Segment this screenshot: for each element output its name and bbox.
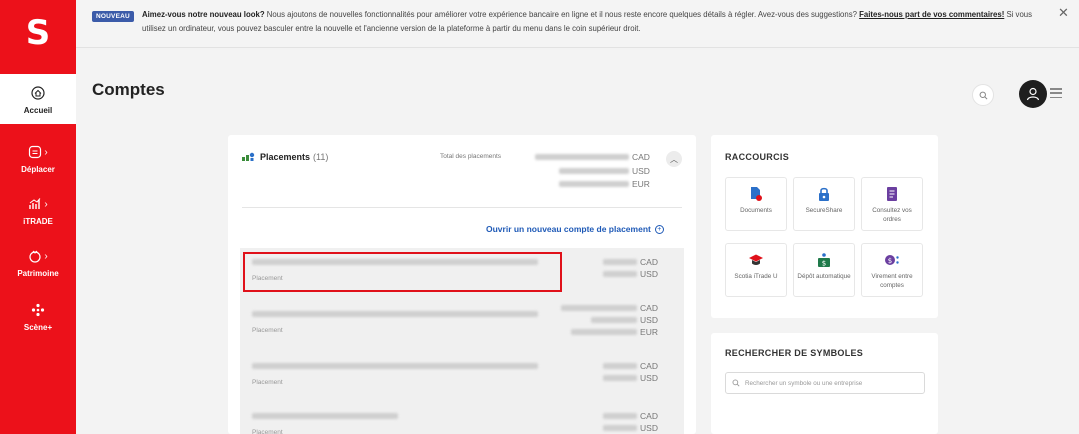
svg-text:$: $ [822,260,826,268]
account-amount: CAD [561,302,658,313]
total-amount-usd: USD [559,165,650,176]
total-amount-cad: CAD [535,151,650,162]
chevron-right-icon: › [44,146,48,158]
shortcut-label: Documents [740,207,772,214]
chevron-up-icon: ︿ [670,154,678,164]
sidebar-item-label: Déplacer [21,165,55,174]
sidebar-item-label: Scène+ [23,323,53,332]
divider [242,207,682,208]
chevron-right-icon: › [44,198,48,210]
highlight-box [243,252,562,292]
sidebar-item-label: Accueil [23,106,53,115]
new-badge: NOUVEAU [92,11,134,22]
account-amount: USD [591,314,658,325]
shortcuts-title: RACCOURCIS [725,152,790,162]
placements-count: (11) [313,152,329,162]
shortcuts-card: RACCOURCIS Documents SecureShare Consult… [711,135,938,318]
account-amount: EUR [571,326,658,337]
shortcut-label: Consultez vos ordres [872,207,912,223]
account-name [252,363,538,369]
total-placements-label: Total des placements [440,153,502,160]
logo-letter: S [25,13,51,53]
placements-header[interactable]: Placements (11) [242,152,328,162]
shortcut-secureshare[interactable]: SecureShare [793,177,855,231]
search-icon [732,379,740,387]
banner-message: Aimez-vous notre nouveau look? Nous ajou… [142,8,1046,36]
hamburger-menu-icon[interactable] [1050,88,1062,98]
banner-headline: Aimez-vous notre nouveau look? [142,10,265,19]
account-type: Placement [252,429,283,434]
search-placeholder: Rechercher un symbole ou une entreprise [745,379,863,387]
shortcut-label: Dépôt automatique [797,273,851,280]
search-icon [979,91,987,99]
sidebar-item-label: iTRADE [23,217,53,226]
plus-circle-icon: + [654,224,664,234]
close-icon[interactable]: ✕ [1058,6,1069,19]
search-button[interactable] [972,84,994,106]
symbol-search-title: RECHERCHER DE SYMBOLES [725,348,864,358]
symbol-search-input[interactable]: Rechercher un symbole ou une entreprise [725,372,925,394]
wealth-icon [29,250,41,263]
home-icon [31,83,45,103]
sidebar-item-deplacer[interactable]: › Déplacer [0,142,76,174]
sidebar-item-patrimoine[interactable]: › Patrimoine [0,246,76,279]
feedback-banner: NOUVEAU Aimez-vous notre nouveau look? N… [76,0,1079,48]
scotiabank-logo[interactable]: S [0,0,76,66]
shortcut-itrade-u[interactable]: Scotia iTrade U [725,243,787,297]
account-row[interactable]: Placement CAD USD [240,402,684,434]
total-amount-eur: EUR [559,178,650,189]
avatar[interactable] [1019,80,1047,108]
account-amount: USD [603,268,658,279]
account-amount: USD [603,422,658,433]
shortcut-label: Virement entre comptes [871,273,913,289]
page-title: Comptes [92,80,165,99]
shortcut-auto-deposit[interactable]: $ Dépôt automatique [793,243,855,297]
sidebar-item-accueil[interactable]: Accueil [0,74,76,124]
deposit-icon: $ [817,252,831,268]
account-amount: CAD [603,360,658,371]
documents-icon [749,186,763,202]
shortcut-label: SecureShare [805,207,843,214]
account-amount: USD [603,372,658,383]
placements-title: Placements [260,152,311,162]
account-row[interactable]: Placement CAD USD EUR [240,300,684,350]
sidebar-nav: S Accueil › Déplacer › iTRADE › Patrimoi… [0,0,76,434]
shortcut-documents[interactable]: Documents [725,177,787,231]
transfer-icon [29,145,42,159]
svg-text:$: $ [888,257,892,265]
collapse-button[interactable]: ︿ [666,151,682,167]
chart-icon [29,198,41,209]
open-account-link[interactable]: Ouvrir un nouveau compte de placement + [486,224,664,234]
sidebar-item-scene[interactable]: Scène+ [0,300,76,332]
graduation-cap-icon [748,252,764,268]
user-icon [1026,87,1040,101]
sidebar-item-label: Patrimoine [17,269,59,278]
account-name [252,311,538,317]
orders-icon [886,186,898,202]
shortcut-label: Scotia iTrade U [734,273,778,280]
account-amount: CAD [603,256,658,267]
account-name [252,413,398,419]
shortcut-orders[interactable]: Consultez vos ordres [861,177,923,231]
scene-plus-icon [31,303,45,317]
banner-body: Nous ajoutons de nouvelles fonctionnalit… [264,10,860,19]
feedback-link[interactable]: Faites-nous part de vos commentaires! [859,10,1004,19]
account-type: Placement [252,379,283,386]
account-amount: CAD [603,410,658,421]
transfer-between-accounts-icon: $ [884,252,900,268]
symbol-search-card: RECHERCHER DE SYMBOLES Rechercher un sym… [711,333,938,434]
account-row[interactable]: Placement CAD USD [240,352,684,402]
sidebar-item-itrade[interactable]: › iTRADE [0,194,76,226]
lock-icon [817,186,831,202]
chevron-right-icon: › [44,250,48,262]
shortcut-transfer[interactable]: $ Virement entre comptes [861,243,923,297]
placements-icon [242,152,255,161]
account-type: Placement [252,327,283,334]
